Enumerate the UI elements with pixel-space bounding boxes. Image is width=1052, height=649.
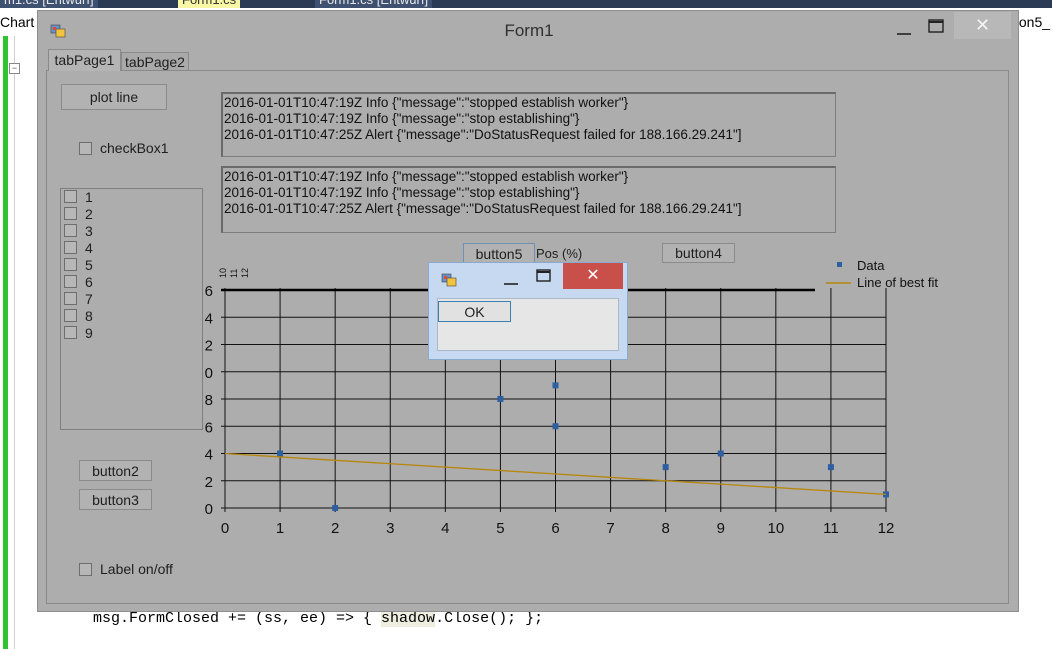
x-tick-label: 6 [551, 520, 559, 537]
x-tick-label: 5 [496, 520, 504, 537]
y-tick-label: 0 [205, 501, 213, 518]
x-tick-label: 1 [276, 520, 284, 537]
legend-label: Line of best fit [857, 275, 938, 290]
message-dialog: ✕ OK [428, 262, 628, 360]
data-point [827, 464, 834, 471]
x-tick-label: 9 [717, 520, 725, 537]
y-tick-label: 6 [205, 283, 213, 300]
data-point [332, 505, 339, 511]
data-point [552, 423, 559, 430]
data-point [662, 464, 669, 471]
legend-label: Data [857, 258, 885, 273]
y-tick-label: 0 [205, 365, 213, 382]
y-tick-label: 6 [205, 419, 213, 436]
data-point [277, 450, 284, 457]
minimize-icon[interactable] [500, 271, 522, 289]
y-tick-label: 4 [205, 447, 213, 464]
y-tick-label: 2 [205, 474, 213, 491]
x-tick-label: 2 [331, 520, 339, 537]
x-tick-label: 0 [221, 520, 229, 537]
y-tick-label: 8 [205, 392, 213, 409]
maximize-icon[interactable] [535, 268, 553, 286]
x-tick-label: 12 [878, 520, 895, 537]
tab-page1[interactable]: tabPage1 [48, 49, 121, 71]
chart-title: Pos (%) [536, 246, 583, 261]
data-point [552, 382, 559, 389]
dialog-close-button[interactable]: ✕ [563, 263, 623, 289]
legend-marker-data [837, 262, 842, 267]
y-tick-label: 4 [205, 310, 213, 327]
y-tick-label: 2 [205, 338, 213, 355]
rotated-axis-label: 12 [240, 268, 250, 278]
x-tick-label: 3 [386, 520, 394, 537]
x-tick-label: 10 [767, 520, 784, 537]
x-tick-label: 4 [441, 520, 449, 537]
ok-button[interactable]: OK [438, 301, 511, 322]
rotated-axis-label: 10 [218, 268, 228, 278]
rotated-axis-label: 11 [229, 269, 239, 278]
app-icon [441, 273, 457, 287]
x-tick-label: 11 [823, 520, 839, 537]
x-tick-label: 8 [661, 520, 669, 537]
data-point [497, 396, 504, 402]
x-tick-label: 7 [606, 520, 614, 537]
data-point [717, 450, 724, 457]
